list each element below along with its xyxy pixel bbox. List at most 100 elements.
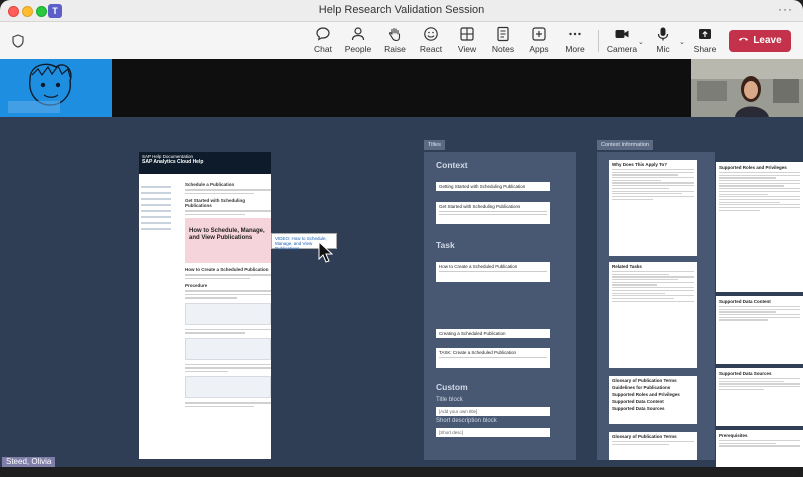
info-sheet-title: Prerequisites bbox=[719, 433, 748, 438]
title-block-input[interactable]: [Add your own title] bbox=[436, 407, 550, 416]
people-button[interactable]: People bbox=[340, 26, 376, 54]
info-sheet[interactable]: Supported Roles and Privileges bbox=[716, 162, 803, 292]
context-link[interactable]: Supported Data Sources bbox=[612, 406, 694, 411]
leave-label: Leave bbox=[753, 35, 782, 46]
info-sheet-title: Supported Data Sources bbox=[719, 371, 772, 376]
title-card[interactable]: Get Started with Scheduling Publications bbox=[436, 202, 550, 224]
info-sheet-title: Supported Roles and Privileges bbox=[719, 165, 787, 170]
doc-header-brand: SAP Analytics Cloud Help bbox=[142, 159, 204, 165]
context-link[interactable]: Glossary of Publication Terms bbox=[612, 378, 694, 383]
context-panel: Why Does This Apply To? Related Tasks Gl… bbox=[597, 152, 715, 460]
presenter-name-tag: Steed, Olivia bbox=[2, 457, 56, 467]
leave-button[interactable]: Leave bbox=[729, 30, 791, 52]
doc-main: Schedule a Publication Get Started with … bbox=[185, 178, 271, 409]
title-card[interactable]: Getting Started with Scheduling Publicat… bbox=[436, 182, 550, 191]
title-card-text: TASK: Create a Scheduled Publication bbox=[439, 350, 516, 355]
context-card-title: Glossary of Publication Terms bbox=[612, 434, 677, 439]
title-block-label: Title block bbox=[436, 397, 463, 403]
notes-button[interactable]: Notes bbox=[485, 26, 521, 54]
smiley-icon bbox=[424, 27, 438, 41]
doc-screenshot bbox=[185, 376, 271, 398]
stage-bottom-strip bbox=[0, 467, 803, 477]
raise-hand-icon bbox=[388, 27, 401, 42]
doc-header: SAP Help Documentation SAP Analytics Clo… bbox=[139, 152, 271, 174]
title-card[interactable]: TASK: Create a Scheduled Publication bbox=[436, 348, 550, 368]
camera-icon bbox=[615, 30, 629, 38]
doc-heading-3: How to Create a Scheduled Publication bbox=[185, 267, 269, 272]
context-card[interactable]: Related Tasks bbox=[609, 262, 697, 368]
info-sheet[interactable]: Supported Data Sources bbox=[716, 368, 803, 426]
chat-label: Chat bbox=[314, 44, 332, 54]
context-link[interactable]: Supported Roles and Privileges bbox=[612, 392, 694, 397]
context-link[interactable]: Guidelines for Publications bbox=[612, 385, 694, 390]
react-button[interactable]: React bbox=[413, 26, 449, 54]
info-sheet[interactable]: Supported Data Content bbox=[716, 296, 803, 364]
camera-options-chevron-icon[interactable]: ⌄ bbox=[638, 38, 644, 46]
notes-label: Notes bbox=[491, 44, 515, 54]
title-card-text: Get Started with Scheduling Publications bbox=[439, 204, 521, 209]
titles-panel: Context Getting Started with Scheduling … bbox=[424, 152, 576, 460]
view-grid-icon bbox=[460, 27, 474, 41]
shared-screen[interactable]: SAP Help Documentation SAP Analytics Clo… bbox=[0, 117, 803, 467]
microphone-icon bbox=[657, 27, 669, 41]
raise-hand-button[interactable]: Raise bbox=[377, 26, 413, 54]
title-card-text: Getting Started with Scheduling Publicat… bbox=[439, 184, 526, 189]
doc-screenshot bbox=[185, 302, 271, 325]
participant-avatar-video[interactable] bbox=[0, 59, 112, 117]
task-heading: Task bbox=[436, 240, 455, 250]
notes-icon bbox=[497, 26, 509, 42]
short-desc-label: Short description block bbox=[436, 418, 497, 424]
info-sheet[interactable]: Prerequisites bbox=[716, 430, 803, 467]
participant-webcam-video[interactable] bbox=[691, 59, 803, 117]
context-info-tab[interactable]: Context Information bbox=[597, 140, 653, 150]
titles-tab[interactable]: Titles bbox=[424, 140, 445, 150]
doc-screenshot bbox=[185, 337, 271, 360]
shared-doc-page: SAP Help Documentation SAP Analytics Clo… bbox=[139, 152, 271, 459]
mic-button[interactable]: Mic bbox=[645, 26, 681, 54]
toolbar-divider bbox=[598, 30, 599, 52]
view-button[interactable]: View bbox=[449, 26, 485, 54]
apps-label: Apps bbox=[529, 44, 549, 54]
info-sheet-title: Supported Data Content bbox=[719, 299, 771, 304]
context-link[interactable]: Supported Data Content bbox=[612, 399, 694, 404]
webcam-person-image bbox=[691, 59, 803, 117]
view-label: View bbox=[457, 44, 477, 54]
apps-plus-icon bbox=[532, 27, 546, 41]
share-button[interactable]: Share bbox=[687, 26, 723, 54]
more-actions-button[interactable]: More bbox=[557, 26, 593, 54]
cartoon-avatar-image bbox=[0, 59, 112, 117]
meeting-stage: SAP Help Documentation SAP Analytics Clo… bbox=[0, 59, 803, 477]
raise-label: Raise bbox=[384, 44, 406, 54]
share-label: Share bbox=[693, 44, 717, 54]
doc-video-thumbnail[interactable]: How to Schedule, Manage, and View Public… bbox=[185, 218, 271, 263]
context-heading: Context bbox=[436, 160, 468, 170]
apps-button[interactable]: Apps bbox=[521, 26, 557, 54]
doc-heading-2: Get Started with Scheduling Publications bbox=[185, 198, 246, 208]
shield-icon[interactable] bbox=[12, 34, 24, 48]
title-card-text: Creating a Scheduled Publication bbox=[439, 331, 506, 336]
title-card[interactable]: How to Create a Scheduled Publication bbox=[436, 262, 550, 282]
context-card-title: Why Does This Apply To? bbox=[612, 162, 667, 167]
context-card[interactable]: Glossary of Publication Terms bbox=[609, 432, 697, 460]
window-title: Help Research Validation Session bbox=[318, 4, 485, 16]
camera-label: Camera bbox=[606, 44, 638, 54]
title-card[interactable]: Creating a Scheduled Publication bbox=[436, 329, 550, 338]
doc-sidebar bbox=[141, 182, 171, 234]
more-dots-icon bbox=[569, 32, 581, 36]
title-bar: T Help Research Validation Session ··· bbox=[0, 0, 803, 22]
teams-meeting-window: T Help Research Validation Session ··· C… bbox=[0, 0, 803, 477]
doc-procedure-heading: Procedure bbox=[185, 283, 208, 288]
people-icon bbox=[351, 27, 365, 41]
window-more-options-button[interactable]: ··· bbox=[778, 2, 793, 16]
mouse-cursor-icon bbox=[318, 241, 334, 263]
phone-hangup-icon bbox=[739, 37, 749, 41]
short-desc-input[interactable]: [Short desc] bbox=[436, 428, 550, 437]
react-label: React bbox=[419, 44, 443, 54]
share-screen-icon bbox=[699, 29, 711, 39]
chat-button[interactable]: Chat bbox=[305, 26, 341, 54]
context-link-list: Glossary of Publication Terms Guidelines… bbox=[609, 376, 697, 424]
camera-button[interactable]: Camera bbox=[604, 26, 640, 54]
mic-options-chevron-icon[interactable]: ⌄ bbox=[679, 38, 685, 46]
context-card[interactable]: Why Does This Apply To? bbox=[609, 160, 697, 256]
context-card-title: Related Tasks bbox=[612, 264, 642, 269]
